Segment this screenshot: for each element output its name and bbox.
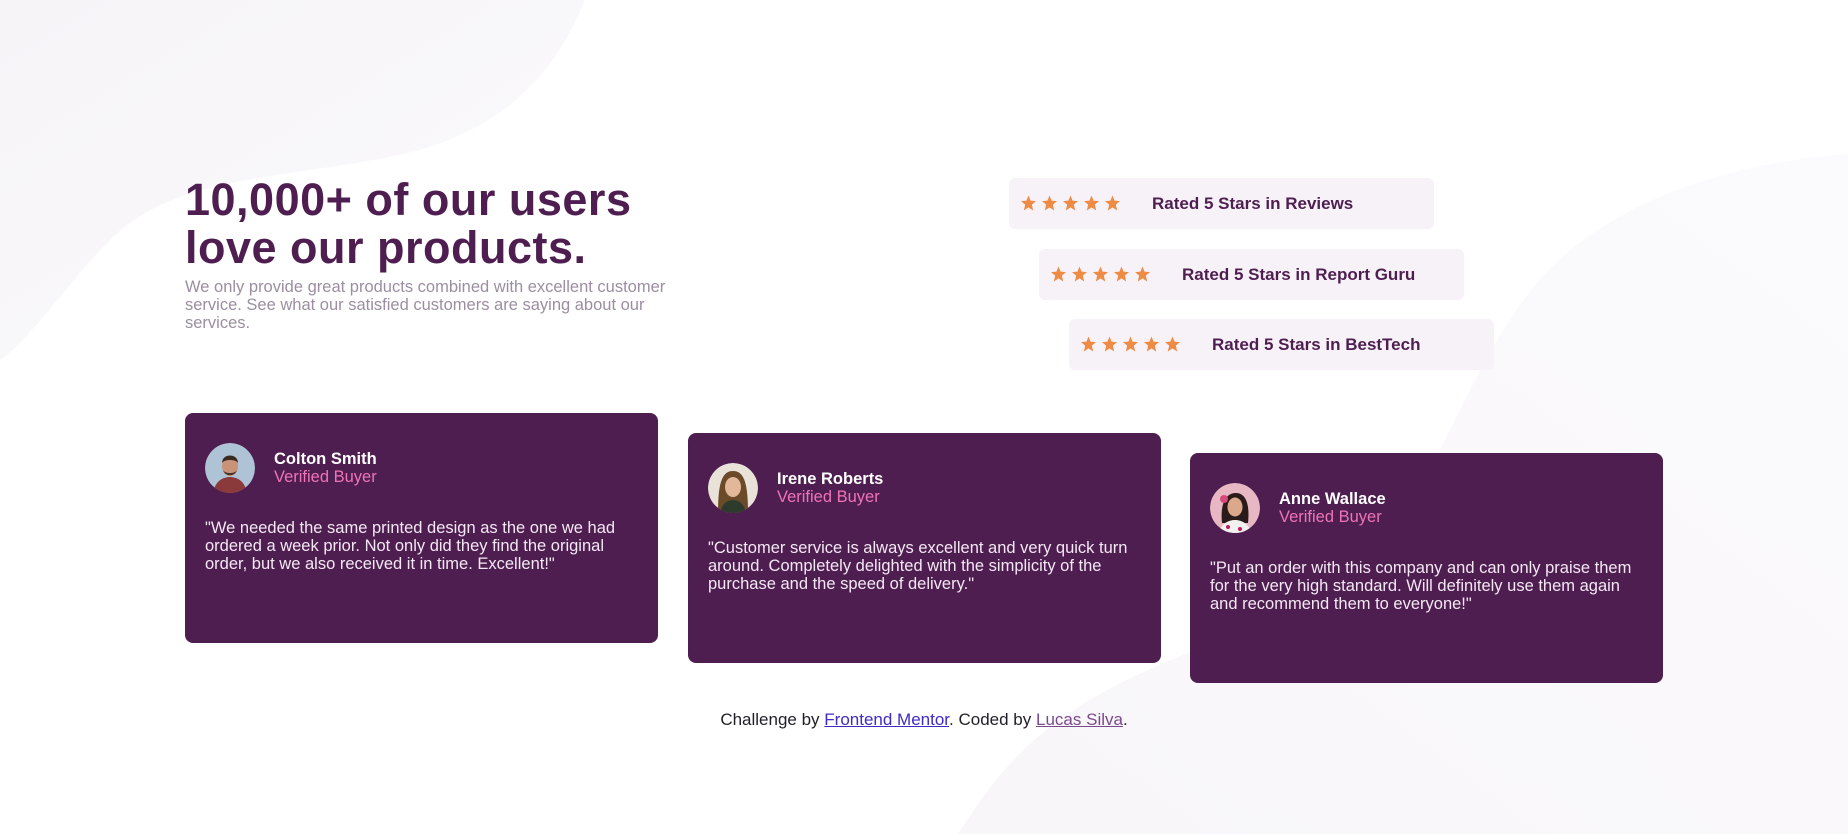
star-icon — [1072, 266, 1087, 282]
avatar — [205, 443, 255, 493]
testimonial-quote: "Put an order with this company and can … — [1210, 559, 1632, 613]
rating-stars — [1080, 336, 1212, 353]
star-icon — [1123, 336, 1138, 352]
testimonial-header: Irene Roberts Verified Buyer — [708, 463, 1141, 513]
star-icon — [1114, 266, 1129, 282]
testimonial-card: Colton Smith Verified Buyer "We needed t… — [185, 413, 658, 643]
rating-stars — [1020, 195, 1152, 212]
reviewer-role: Verified Buyer — [777, 488, 880, 506]
reviewer-name: Anne Wallace — [1279, 490, 1386, 508]
testimonial-quote: "Customer service is always excellent an… — [708, 539, 1128, 593]
testimonial-person: Colton Smith Verified Buyer — [274, 450, 377, 486]
star-icon — [1042, 195, 1057, 211]
rating-stars — [1050, 266, 1182, 283]
testimonial-person: Irene Roberts Verified Buyer — [777, 470, 883, 506]
star-icon — [1021, 195, 1036, 211]
star-icon — [1084, 195, 1099, 211]
attribution-prefix: Challenge by — [720, 710, 820, 729]
star-icon — [1135, 266, 1150, 282]
rating-label: Rated 5 Stars in Report Guru — [1182, 264, 1416, 284]
intro-section: 10,000+ of our users love our products. … — [185, 174, 705, 333]
star-icon — [1165, 336, 1180, 352]
attribution: Challenge by Frontend Mentor. Coded by L… — [0, 710, 1848, 730]
star-icon — [1102, 336, 1117, 352]
testimonial-header: Anne Wallace Verified Buyer — [1210, 483, 1643, 533]
avatar — [708, 463, 758, 513]
testimonial-quote: "We needed the same printed design as th… — [205, 519, 616, 573]
star-icon — [1051, 266, 1066, 282]
rating-reviews: Rated 5 Stars in Reviews — [1009, 178, 1434, 229]
frontend-mentor-link[interactable]: Frontend Mentor — [824, 710, 949, 729]
star-icon — [1144, 336, 1159, 352]
rating-label: Rated 5 Stars in BestTech — [1212, 334, 1421, 354]
testimonial-header: Colton Smith Verified Buyer — [205, 443, 638, 493]
testimonial-person: Anne Wallace Verified Buyer — [1279, 490, 1386, 526]
page-title: 10,000+ of our users love our products. — [185, 174, 632, 273]
reviewer-name: Irene Roberts — [777, 470, 884, 488]
star-icon — [1063, 195, 1078, 211]
reviewer-name: Colton Smith — [274, 450, 377, 468]
reviewer-role: Verified Buyer — [1279, 508, 1382, 526]
attribution-suffix: . — [1122, 710, 1128, 729]
reviewer-role: Verified Buyer — [274, 468, 377, 486]
rating-label: Rated 5 Stars in Reviews — [1152, 193, 1354, 213]
author-link[interactable]: Lucas Silva — [1036, 710, 1123, 729]
rating-besttech: Rated 5 Stars in BestTech — [1069, 319, 1494, 370]
attribution-middle: . Coded by — [949, 710, 1032, 729]
star-icon — [1093, 266, 1108, 282]
star-icon — [1081, 336, 1096, 352]
intro-description: We only provide great products combined … — [185, 278, 666, 332]
star-icon — [1105, 195, 1120, 211]
avatar — [1210, 483, 1260, 533]
testimonial-card: Anne Wallace Verified Buyer "Put an orde… — [1190, 453, 1663, 683]
testimonial-card: Irene Roberts Verified Buyer "Customer s… — [688, 433, 1161, 663]
rating-report-guru: Rated 5 Stars in Report Guru — [1039, 249, 1464, 300]
